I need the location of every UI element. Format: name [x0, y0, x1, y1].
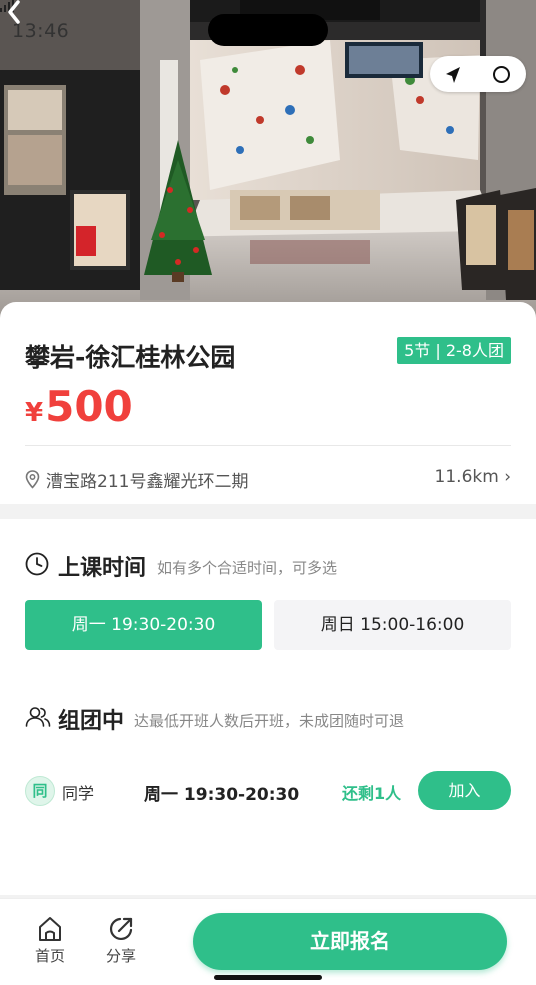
group-row: 同 同学 周一 19:30-20:30 还剩1人 加入: [0, 771, 536, 811]
location-arrow-icon[interactable]: [442, 65, 462, 85]
clock-icon: [25, 552, 49, 576]
home-icon: [39, 917, 61, 941]
location-pin-icon: [25, 470, 40, 489]
course-tag-badge: 5节 | 2-8人团: [397, 337, 511, 364]
divider: [25, 445, 511, 446]
enroll-now-button[interactable]: 立即报名: [193, 913, 507, 970]
share-tab[interactable]: 分享: [101, 915, 141, 966]
share-tab-label: 分享: [105, 947, 136, 965]
course-info-card: 攀岩-徐汇桂林公园 5节 | 2-8人团 ¥500 漕宝路211号鑫耀光环二期 …: [0, 302, 536, 504]
group-time: 周一 19:30-20:30: [144, 785, 300, 805]
time-slot-option-1[interactable]: 周一 19:30-20:30: [25, 600, 262, 650]
schedule-title: 上课时间: [58, 556, 147, 581]
join-group-button[interactable]: 加入: [418, 771, 511, 810]
group-people-icon: [25, 707, 51, 727]
back-arrow-icon[interactable]: [0, 0, 30, 26]
price-currency-symbol: ¥: [25, 398, 44, 428]
schedule-section: 上课时间 如有多个合适时间，可多选 周一 19:30-20:30 周日 15:0…: [0, 519, 536, 895]
share-icon: [109, 917, 133, 941]
close-circle-icon[interactable]: [493, 66, 510, 83]
time-slot-option-2[interactable]: 周日 15:00-16:00: [274, 600, 511, 650]
camera-notch: [208, 14, 328, 46]
course-price: ¥500: [25, 382, 133, 431]
group-member-name: 同学: [62, 784, 95, 803]
home-indicator: [214, 975, 322, 980]
distance-link[interactable]: 11.6km ›: [435, 467, 511, 487]
address-text[interactable]: 漕宝路211号鑫耀光环二期: [46, 467, 248, 492]
group-title: 组团中: [58, 709, 125, 734]
group-remaining: 还剩1人: [342, 784, 402, 803]
course-title: 攀岩-徐汇桂林公园: [25, 343, 236, 372]
group-subtitle: 达最低开班人数后开班，未成团随时可退: [134, 712, 405, 730]
mini-program-capsule: [430, 56, 526, 92]
home-tab-label: 首页: [34, 947, 65, 965]
home-tab[interactable]: 首页: [30, 915, 70, 966]
gym-entrance-image: [0, 0, 536, 318]
price-amount: 500: [45, 382, 133, 431]
hero-photo: 13:46: [0, 0, 536, 318]
schedule-subtitle: 如有多个合适时间，可多选: [157, 559, 338, 577]
avatar: 同: [25, 776, 55, 806]
bottom-action-bar: 首页 分享 立即报名: [0, 898, 536, 985]
